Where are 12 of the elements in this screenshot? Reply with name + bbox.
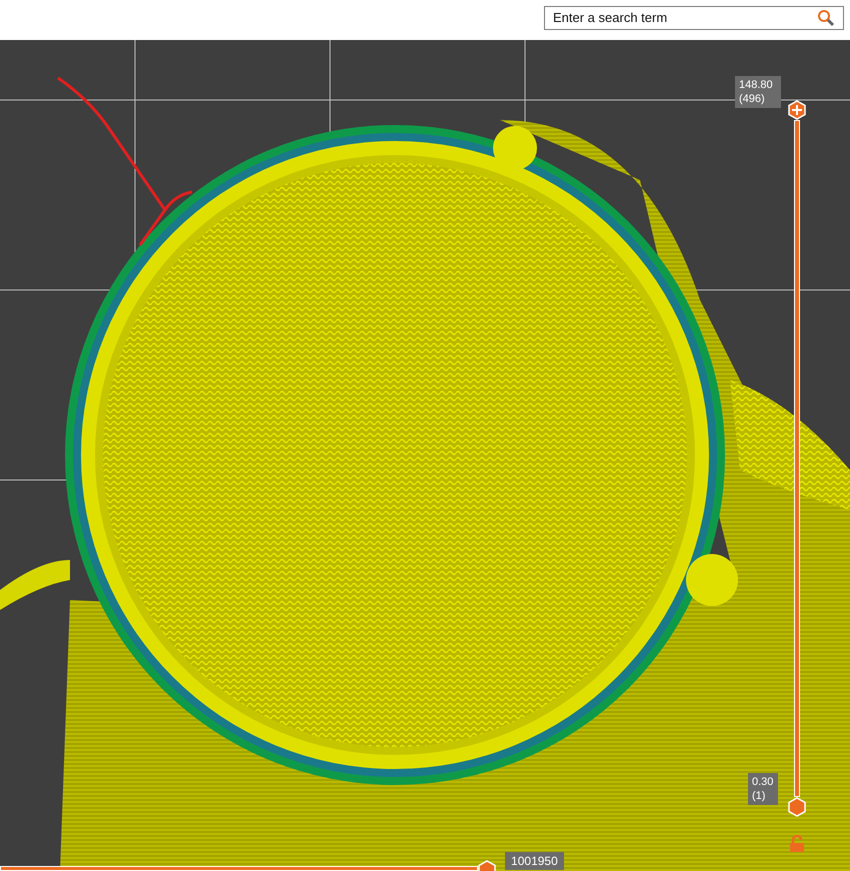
lock-open-icon[interactable] (789, 835, 805, 853)
search-field[interactable]: Enter a search term (544, 6, 844, 30)
lower-slider-thumb[interactable] (788, 797, 806, 817)
search-icon[interactable] (817, 9, 835, 27)
layer-number-label: (1) (752, 789, 766, 803)
layer-number-label: (496) (739, 92, 766, 106)
search-input[interactable]: Enter a search term (553, 8, 817, 28)
move-slider-tooltip: 1001950 (505, 852, 564, 870)
layer-height-label: 0.30 (752, 775, 774, 789)
upper-slider-thumb[interactable] (788, 100, 806, 120)
3d-viewport[interactable]: 148.80 (496) 0.30 (1) 1001950 (0, 40, 850, 871)
layer-height-label: 148.80 (739, 78, 774, 92)
